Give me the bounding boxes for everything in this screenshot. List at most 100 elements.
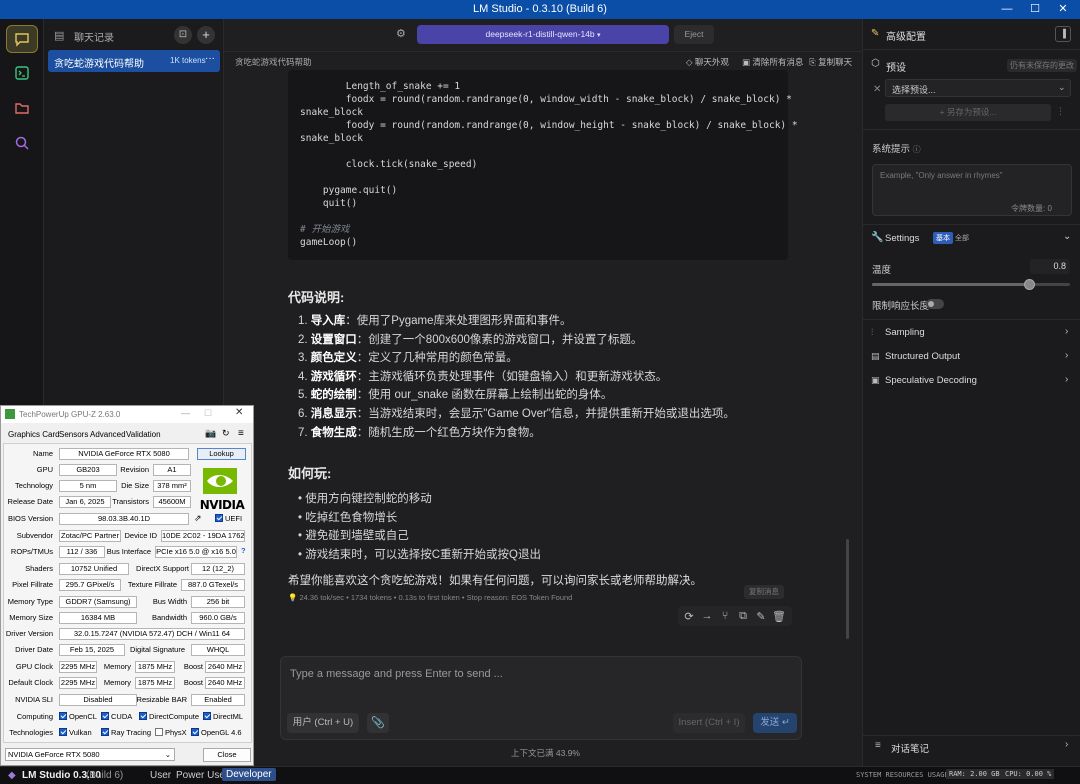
item-term: 食物生成 [310, 426, 357, 439]
settings-gear-icon[interactable]: ⚙ [396, 27, 414, 43]
list-item: 4. 游戏循环：主游戏循环负责处理事件（如键盘输入）和更新游戏状态。 [298, 368, 667, 384]
memory-type-value: GDDR7 (Samsung) [59, 596, 137, 608]
item-text: ：创建了一个800x600像素的游戏窗口，并设置了标题。 [356, 333, 643, 346]
tab-graphics-card[interactable]: Graphics Card [8, 430, 60, 439]
menu-icon[interactable]: ≡ [238, 428, 244, 439]
temperature-input[interactable]: 0.8 [1030, 259, 1070, 274]
label: Digital Signature [129, 645, 185, 654]
copy-icon[interactable]: ⧉ [735, 608, 751, 624]
temperature-slider-knob[interactable] [1024, 279, 1036, 290]
scrollbar[interactable] [846, 539, 849, 639]
chevron-right-icon: › [1065, 326, 1069, 337]
collapse-panel-icon[interactable]: ▐ [1055, 26, 1071, 42]
label: Bus Width [152, 597, 187, 606]
dialog-notes-section[interactable]: ≡ 对话笔记 › [863, 735, 1080, 757]
speculative-section[interactable]: ▣ Speculative Decoding › [863, 370, 1080, 390]
cuda-label: CUDA [111, 712, 133, 721]
send-button[interactable]: 发送 ↵ [753, 713, 797, 733]
stats-text: 24.36 tok/sec • 1734 tokens • 0.13s to f… [299, 593, 573, 602]
eject-button[interactable]: Eject [674, 25, 714, 44]
model-selector[interactable]: deepseek-r1-distill-qwen-14b ▾ [417, 25, 669, 44]
maximize-icon[interactable]: ☐ [204, 408, 212, 419]
appearance-button[interactable]: ◇ 聊天外观 [686, 56, 729, 68]
settings-basic-tab[interactable]: 基本 [933, 232, 953, 244]
signature-value: WHQL [191, 644, 245, 656]
new-folder-icon[interactable]: ⊡ [174, 26, 192, 44]
directcompute-checkbox: DirectCompute [139, 712, 199, 721]
preset-note: 仍有未保存的更改 [1007, 59, 1077, 72]
system-prompt-input[interactable]: Example, "Only answer in rhymes" 令牌数量: 0 [872, 164, 1072, 216]
chevron-right-icon: › [1065, 739, 1069, 750]
more-icon[interactable]: ··· [205, 53, 215, 64]
sampling-label: Sampling [885, 327, 925, 338]
clear-all-button[interactable]: ▣ 清除所有消息 [742, 56, 803, 68]
terminal-icon[interactable] [6, 59, 38, 87]
item-number: 6. [298, 408, 308, 420]
copy-chat-label: 复制聊天 [818, 57, 853, 67]
gpu-clock-value: 2295 MHz [59, 661, 97, 673]
sampling-section[interactable]: ⫶ Sampling › [863, 322, 1080, 342]
clear-all-label: 清除所有消息 [752, 57, 804, 67]
raytracing-checkbox: Ray Tracing [101, 728, 151, 737]
branch-icon[interactable]: ⑂ [717, 608, 733, 624]
stats-line: 💡 24.36 tok/sec • 1734 tokens • 0.13s to… [288, 593, 572, 602]
opencl-label: OpenCL [69, 712, 97, 721]
list-item: 7. 食物生成：随机生成一个红色方块作为食物。 [298, 424, 541, 440]
maximize-icon[interactable]: ☐ [1022, 0, 1048, 19]
regenerate-icon[interactable]: ⟳ [681, 608, 697, 624]
copy-chat-button[interactable]: ⎘ 复制聊天 [809, 56, 852, 68]
window-title: LM Studio - 0.3.10 (Build 6) [473, 3, 607, 15]
refresh-icon[interactable]: ↻ [222, 428, 230, 439]
close-icon[interactable]: ✕ [235, 407, 243, 418]
clear-preset-icon[interactable]: ✕ [873, 84, 881, 95]
gpu-selector[interactable]: NVIDIA GeForce RTX 5080 ⌄ [5, 748, 175, 761]
copy-message-button[interactable]: 复制消息 [744, 585, 784, 599]
opengl-checkbox: OpenGL 4.6 [191, 728, 242, 737]
minimize-icon[interactable]: — [994, 0, 1020, 19]
preset-menu-icon[interactable]: ⋮ [1056, 106, 1065, 117]
lookup-button[interactable]: Lookup [197, 448, 246, 460]
user-role-button[interactable]: 用户 (Ctrl + U) [287, 713, 359, 733]
insert-button[interactable]: Insert (Ctrl + I) [673, 713, 745, 733]
chat-icon[interactable] [6, 25, 38, 53]
mode-user-button[interactable]: User [146, 769, 175, 782]
mode-developer-button[interactable]: Developer [222, 768, 276, 781]
continue-icon[interactable]: → [699, 608, 715, 624]
delete-icon[interactable]: 🗑 [771, 608, 787, 624]
minimize-icon[interactable]: — [181, 408, 190, 418]
composer[interactable]: Type a message and press Enter to send .… [280, 656, 802, 740]
item-number: 5. [298, 389, 308, 402]
folder-icon[interactable] [6, 94, 38, 122]
camera-icon[interactable]: 📷 [205, 428, 216, 439]
edit-icon[interactable]: ✎ [753, 608, 769, 624]
tab-advanced[interactable]: Advanced [90, 430, 126, 439]
attach-icon[interactable]: 📎 [367, 713, 389, 733]
label: Driver Date [15, 645, 53, 654]
label: Memory Size [9, 613, 53, 622]
temperature-slider[interactable] [872, 279, 1070, 290]
structured-output-section[interactable]: ▤ Structured Output › [863, 346, 1080, 366]
item-number: 7. [298, 426, 308, 439]
share-icon[interactable]: ⇗ [194, 513, 202, 524]
bus-width-value: 256 bit [191, 596, 245, 608]
label: Pixel Fillrate [12, 580, 53, 589]
help-icon[interactable]: ? [241, 546, 246, 555]
sidebar-toggle-icon[interactable]: ▤ [54, 29, 64, 42]
transistors-value: 45600M [153, 496, 191, 508]
new-chat-icon[interactable]: + [197, 26, 215, 44]
close-icon[interactable]: ✕ [1050, 0, 1076, 19]
preset-select[interactable]: 选择预设... ⌄ [885, 79, 1071, 97]
save-as-preset-button[interactable]: + 另存为预设... [885, 104, 1051, 121]
gpuz-row-name: Name NVIDIA GeForce RTX 5080 Lookup [1, 447, 253, 461]
tab-validation[interactable]: Validation [126, 430, 161, 439]
search-icon[interactable] [6, 129, 38, 157]
message-input[interactable]: Type a message and press Enter to send .… [290, 668, 503, 680]
tab-sensors[interactable]: Sensors [59, 430, 88, 439]
chevron-down-icon[interactable]: ⌄ [1063, 231, 1071, 242]
limit-length-toggle[interactable] [926, 299, 944, 309]
item-text: ：随机生成一个红色方块作为食物。 [356, 426, 541, 439]
label: Bus Interface [106, 547, 151, 556]
close-button[interactable]: Close [203, 748, 251, 762]
list-item[interactable]: 贪吃蛇游戏代码帮助 1K tokens ··· [48, 50, 220, 72]
settings-all-tab[interactable]: 全部 [955, 233, 969, 243]
